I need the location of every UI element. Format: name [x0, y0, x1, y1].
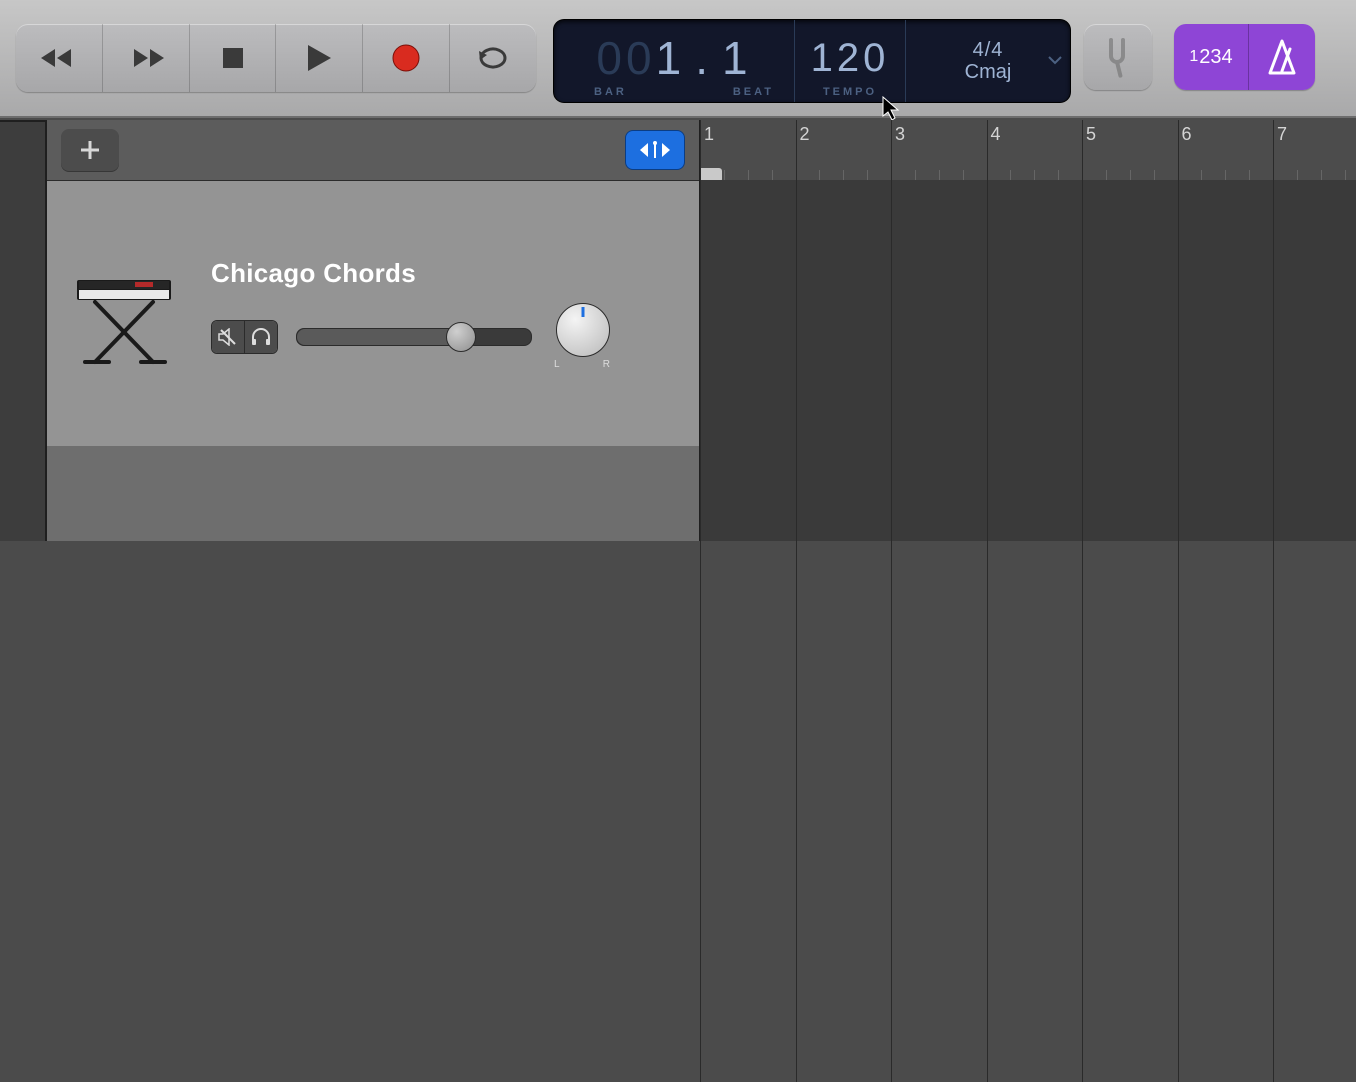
beat-tick [963, 170, 964, 180]
bar-label: BAR [594, 86, 627, 98]
track-pane-filler [47, 446, 699, 541]
beat-tick [1225, 170, 1226, 180]
beat-tick [1058, 170, 1059, 180]
key-timesig-display[interactable]: 4/4 Cmaj [906, 20, 1070, 102]
tuner-button[interactable] [1084, 24, 1152, 90]
bar-gridline [1082, 120, 1083, 1082]
track-head-bar [47, 120, 699, 181]
tuning-fork-icon [1101, 36, 1135, 78]
beat-tick [1321, 170, 1322, 180]
pan-control[interactable]: L R [550, 303, 616, 370]
volume-slider[interactable] [296, 328, 532, 346]
bar-leading-zeros: 00 [596, 32, 655, 84]
bar-number: 6 [1182, 124, 1192, 145]
bar-number: 1 [704, 124, 714, 145]
bar-number: 2 [800, 124, 810, 145]
beat-tick [915, 170, 916, 180]
bar-gridline [1273, 120, 1274, 1082]
beat-tick [867, 170, 868, 180]
catch-playhead-button[interactable] [625, 130, 685, 170]
beat-label: BEAT [733, 86, 774, 98]
count-in-rest: 234 [1199, 46, 1232, 69]
bar-value: 1 [656, 32, 686, 84]
bar-gridline [1178, 120, 1179, 1082]
cycle-icon [475, 43, 511, 73]
beat-value: 1 [722, 32, 752, 84]
track-header-pane: Chicago Chords [47, 120, 700, 541]
headphones-icon [250, 328, 272, 346]
beat-tick [1249, 170, 1250, 180]
bar-gridline [796, 120, 797, 1082]
play-button[interactable] [276, 24, 363, 92]
forward-button[interactable] [103, 24, 190, 92]
record-icon [391, 43, 421, 73]
arrange-area[interactable] [700, 180, 1356, 541]
left-gutter [0, 120, 47, 541]
tempo-label: TEMPO [823, 86, 877, 98]
stop-icon [221, 46, 245, 70]
instrument-icon [65, 250, 193, 378]
forward-icon [126, 46, 166, 70]
cycle-button[interactable] [450, 24, 536, 92]
bar-number: 7 [1277, 124, 1287, 145]
beat-tick [819, 170, 820, 180]
track-name[interactable]: Chicago Chords [211, 258, 681, 289]
track-row[interactable]: Chicago Chords [47, 181, 699, 448]
beat-tick [1034, 170, 1035, 180]
pan-r-label: R [603, 359, 612, 370]
count-in-button[interactable]: 1234 [1174, 24, 1249, 90]
pan-l-label: L [554, 359, 562, 370]
solo-headphones-button[interactable] [245, 321, 277, 353]
volume-thumb[interactable] [446, 322, 476, 352]
timeline[interactable]: 1 2 3 4 5 6 7 [700, 120, 1356, 541]
plus-icon [79, 139, 101, 161]
top-toolbar: 001.1 BAR BEAT 120 TEMPO 4/4 Cmaj 12 [0, 0, 1356, 118]
bar-gridline [891, 120, 892, 1082]
bar-number: 4 [991, 124, 1001, 145]
key-value: Cmaj [965, 61, 1012, 83]
bar-number: 5 [1086, 124, 1096, 145]
beat-tick [1106, 170, 1107, 180]
rewind-button[interactable] [16, 24, 103, 92]
mute-icon [218, 328, 238, 346]
metronome-button[interactable] [1249, 24, 1315, 90]
beat-tick [724, 170, 725, 180]
bar-gridline [987, 120, 988, 1082]
track-controls: L R [211, 303, 681, 370]
chevron-down-icon[interactable] [1048, 52, 1062, 70]
record-button[interactable] [363, 24, 450, 92]
bar-gridline [700, 120, 701, 1082]
track-info: Chicago Chords [211, 258, 681, 370]
workspace: Chicago Chords [0, 120, 1356, 541]
beat-tick [843, 170, 844, 180]
stop-button[interactable] [190, 24, 277, 92]
beat-tick [1010, 170, 1011, 180]
beat-tick [748, 170, 749, 180]
beat-tick [1345, 170, 1346, 180]
metronome-icon [1265, 37, 1299, 77]
volume-fill [297, 329, 461, 345]
metronome-group: 1234 [1174, 24, 1315, 90]
mute-button[interactable] [212, 321, 245, 353]
position-display[interactable]: 001.1 BAR BEAT [554, 20, 795, 102]
tempo-display[interactable]: 120 TEMPO [795, 20, 906, 102]
beat-tick [939, 170, 940, 180]
lcd-display: 001.1 BAR BEAT 120 TEMPO 4/4 Cmaj [554, 20, 1070, 102]
tempo-value: 120 [811, 36, 890, 81]
count-in-one: 1 [1189, 48, 1198, 66]
beat-tick [772, 170, 773, 180]
ruler[interactable]: 1 2 3 4 5 6 7 [700, 120, 1356, 181]
bar-number: 3 [895, 124, 905, 145]
timesig-value: 4/4 [965, 39, 1012, 61]
transport-controls [16, 24, 536, 92]
beat-tick [1130, 170, 1131, 180]
beat-tick [1297, 170, 1298, 180]
pan-knob[interactable] [556, 303, 610, 357]
catch-playhead-icon [638, 140, 672, 160]
play-icon [305, 43, 333, 73]
add-track-button[interactable] [61, 129, 119, 171]
beat-tick [1154, 170, 1155, 180]
beat-tick [1201, 170, 1202, 180]
rewind-icon [39, 46, 79, 70]
